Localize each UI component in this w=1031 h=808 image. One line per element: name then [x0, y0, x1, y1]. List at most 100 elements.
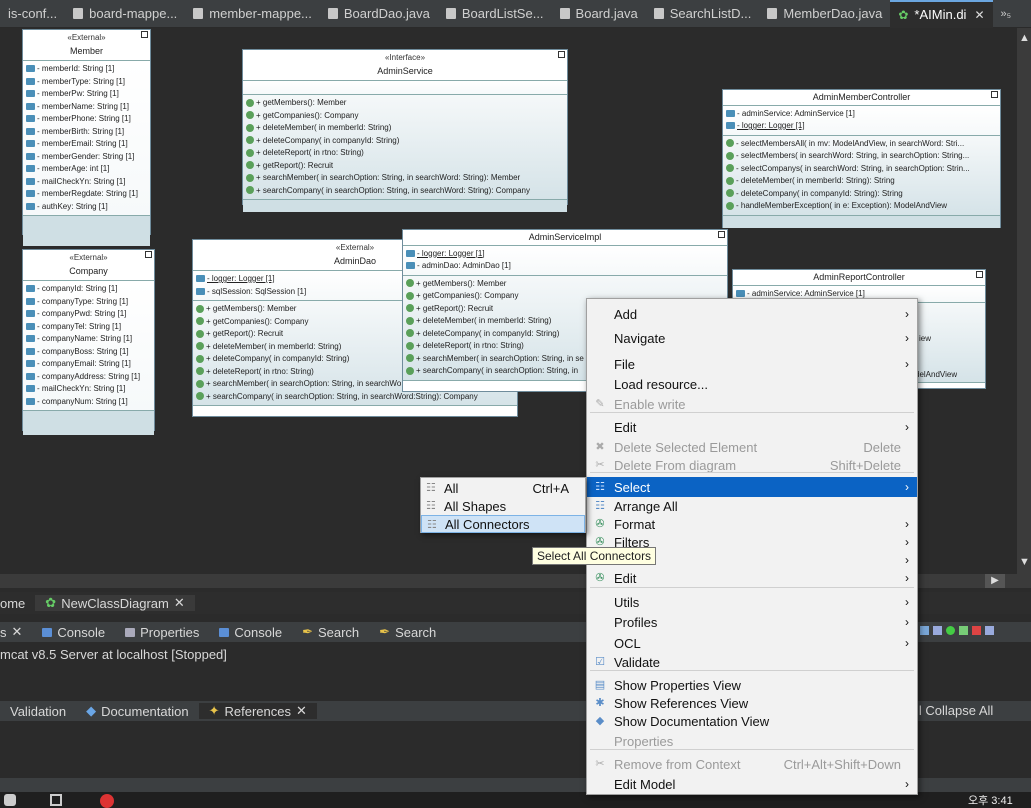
operation[interactable]: - selectMembers( in searchWord: String, …: [726, 150, 997, 163]
tab-newclassdiagram[interactable]: ✿ NewClassDiagram ✕: [35, 595, 195, 611]
attribute[interactable]: - mailCheckYn: String [1]: [26, 383, 151, 396]
menu-item-show-properties-view[interactable]: ▤ Show Properties View: [587, 675, 917, 695]
operation[interactable]: + getReport(): Recruit: [246, 160, 564, 173]
attribute[interactable]: - memberBirth: String [1]: [26, 126, 147, 139]
menu-item-file[interactable]: File ›: [587, 354, 917, 374]
menu-item-arrange-all[interactable]: ☷ Arrange All: [587, 496, 917, 516]
menu-item-edit[interactable]: ✇ Edit ›: [587, 568, 917, 588]
attribute[interactable]: - memberType: String [1]: [26, 76, 147, 89]
attribute[interactable]: - memberId: String [1]: [26, 63, 147, 76]
close-icon[interactable]: ✕: [296, 703, 307, 719]
server-entry[interactable]: mcat v8.5 Server at localhost [Stopped]: [0, 647, 227, 662]
close-icon[interactable]: ✕: [974, 8, 984, 22]
menu-item-format[interactable]: ✇ Format ›: [587, 514, 917, 534]
attribute[interactable]: - companyNum: String [1]: [26, 396, 151, 409]
tab-searchlistd[interactable]: SearchListD...: [646, 0, 760, 28]
app-icon[interactable]: [100, 794, 114, 808]
operation[interactable]: - handleMemberException( in e: Exception…: [726, 200, 997, 213]
menu-item-utils[interactable]: Utils ›: [587, 592, 917, 612]
close-icon[interactable]: ✕: [12, 624, 23, 640]
operation[interactable]: + deleteMember( in memberId: String): [246, 122, 564, 135]
tab-board-mapper[interactable]: board-mappe...: [65, 0, 185, 28]
attribute[interactable]: - memberGender: String [1]: [26, 151, 147, 164]
tab-board[interactable]: Board.java: [552, 0, 646, 28]
menu-item-ocl[interactable]: OCL ›: [587, 633, 917, 653]
attribute[interactable]: - authKey: String [1]: [26, 201, 147, 214]
menu-item-edit[interactable]: Edit ›: [587, 417, 917, 437]
attribute[interactable]: - memberPhone: String [1]: [26, 113, 147, 126]
submenu-item-all-connectors[interactable]: ☷ All Connectors: [421, 515, 585, 533]
operation[interactable]: + deleteCompany( in companyId: String): [246, 135, 564, 148]
toolbar-icon[interactable]: [959, 626, 968, 635]
attribute[interactable]: - companyEmail: String [1]: [26, 358, 151, 371]
attribute[interactable]: - companyTel: String [1]: [26, 321, 151, 334]
toolbar-icon[interactable]: [920, 626, 929, 635]
attribute[interactable]: - companyType: String [1]: [26, 296, 151, 309]
operation[interactable]: + searchCompany( in searchOption: String…: [196, 391, 514, 404]
collapse-icon[interactable]: [718, 231, 725, 238]
operation[interactable]: + deleteReport( in rtno: String): [246, 147, 564, 160]
attribute[interactable]: - memberEmail: String [1]: [26, 138, 147, 151]
scroll-up-icon[interactable]: ▲: [1019, 32, 1030, 44]
tab-search-2[interactable]: ✒ Search: [369, 624, 446, 640]
operation[interactable]: - selectMembersAll( in mv: ModelAndView,…: [726, 138, 997, 151]
collapse-icon[interactable]: [558, 51, 565, 58]
toolbar-icon[interactable]: [933, 626, 942, 635]
operation[interactable]: + getMembers(): Member: [406, 278, 724, 291]
start-server-icon[interactable]: [946, 626, 955, 635]
menu-item-show-documentation-view[interactable]: ◆ Show Documentation View: [587, 711, 917, 731]
tab-member-mapper[interactable]: member-mappe...: [185, 0, 320, 28]
tab-console[interactable]: Console: [32, 625, 115, 640]
tab-references[interactable]: ✦ References ✕: [198, 703, 317, 719]
uml-interface-adminservice[interactable]: «Interface» AdminService + getMembers(): …: [242, 49, 568, 212]
tab-console-2[interactable]: Console: [209, 625, 292, 640]
submenu-item-all-shapes[interactable]: ☷ All Shapes: [421, 497, 585, 515]
operation[interactable]: + searchCompany( in searchOption: String…: [246, 185, 564, 198]
collapse-all-button[interactable]: ll Collapse All: [916, 703, 993, 718]
tab-boardlistse[interactable]: BoardListSe...: [438, 0, 552, 28]
app-icon[interactable]: [4, 794, 16, 806]
menu-item-show-references-view[interactable]: ✱ Show References View: [587, 693, 917, 713]
menu-item-navigate[interactable]: Navigate ›: [587, 328, 917, 348]
toolbar-icon[interactable]: [985, 626, 994, 635]
operation[interactable]: - deleteMember( in memberId: String): St…: [726, 175, 997, 188]
scroll-right-icon[interactable]: ▶: [985, 574, 1005, 588]
collapse-icon[interactable]: [141, 31, 148, 38]
operation[interactable]: + getMembers(): Member: [246, 97, 564, 110]
collapse-icon[interactable]: [991, 91, 998, 98]
menu-item-validate[interactable]: ☑ Validate: [587, 652, 917, 672]
attribute[interactable]: - memberAge: int [1]: [26, 163, 147, 176]
menu-item-add[interactable]: Add ›: [587, 304, 917, 324]
tab-validation[interactable]: Validation: [0, 704, 76, 719]
operation[interactable]: + searchMember( in searchOption: String,…: [246, 172, 564, 185]
menu-item-edit-model[interactable]: Edit Model ›: [587, 774, 917, 794]
tab-documentation[interactable]: ◆ Documentation: [76, 703, 198, 719]
attribute[interactable]: - memberName: String [1]: [26, 101, 147, 114]
collapse-icon[interactable]: [976, 271, 983, 278]
uml-class-company[interactable]: «External» Company - companyId: String [1…: [22, 249, 155, 435]
menu-item-profiles[interactable]: Profiles ›: [587, 612, 917, 632]
tabs-overflow[interactable]: »₅: [993, 0, 1020, 28]
tab-properties[interactable]: Properties: [115, 625, 209, 640]
tab-aimin-diagram[interactable]: ✿ *AIMin.di ✕: [890, 0, 993, 28]
canvas-vertical-scrollbar[interactable]: ▲ ▼: [1017, 28, 1031, 588]
menu-item-load-resource[interactable]: Load resource...: [587, 374, 917, 394]
submenu-item-all[interactable]: ☷ All Ctrl+A: [421, 479, 585, 497]
operation[interactable]: + getCompanies(): Company: [246, 110, 564, 123]
collapse-icon[interactable]: [145, 251, 152, 258]
uml-class-member[interactable]: «External» Member - memberId: String [1] -…: [22, 29, 151, 246]
tab-search[interactable]: ✒ Search: [292, 624, 369, 640]
attribute[interactable]: - memberPw: String [1]: [26, 88, 147, 101]
attribute[interactable]: - companyBoss: String [1]: [26, 346, 151, 359]
tab-boarddao[interactable]: BoardDao.java: [320, 0, 438, 28]
scroll-down-icon[interactable]: ▼: [1019, 556, 1030, 568]
tab-is-conf[interactable]: is-conf...: [0, 0, 65, 28]
tab-servers[interactable]: s ✕: [0, 624, 32, 640]
tab-memberdao[interactable]: MemberDao.java: [759, 0, 890, 28]
attribute[interactable]: - companyName: String [1]: [26, 333, 151, 346]
attribute[interactable]: - companyAddress: String [1]: [26, 371, 151, 384]
app-icon[interactable]: [50, 794, 62, 806]
attribute[interactable]: - adminService: AdminService [1]: [726, 108, 997, 121]
close-icon[interactable]: ✕: [174, 595, 185, 611]
stop-server-icon[interactable]: [972, 626, 981, 635]
